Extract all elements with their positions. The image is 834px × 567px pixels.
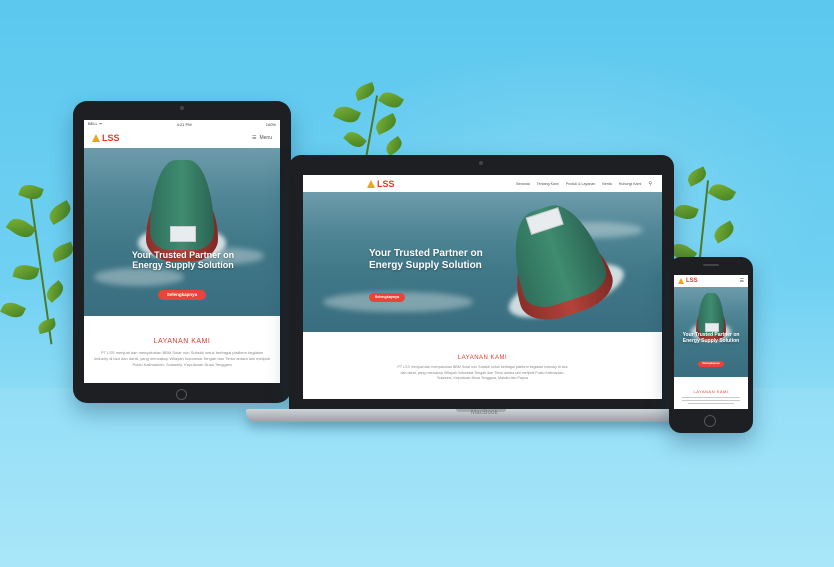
logo-flame-icon [367,179,375,188]
tablet-home-button[interactable] [176,389,187,400]
phone-navbar: LSS ☰ [674,275,748,287]
tablet-cta-button[interactable]: Selengkapnya [158,290,206,300]
tablet-section-text: PT LSS menjual dan menyalurkan BBM Solar… [94,350,270,368]
tablet-status-bar: BELL ᯤ 4:21 PM 100% [84,120,280,128]
phone-cta-button[interactable]: Selengkapnya [698,361,724,367]
laptop-brand-label: MacBook [471,410,499,416]
tablet-section-title: LAYANAN KAMI [153,338,211,345]
nav-link-berita[interactable]: Berita [602,182,611,186]
laptop-section-text: PT LSS menjual dan menyalurkan BBM Solar… [397,365,568,381]
hamburger-icon: ☰ [252,135,257,141]
laptop-navbar: LSS Beranda Tentang Kami Produk & Layana… [303,175,662,192]
logo-flame-icon [678,278,684,284]
logo-text: LSS [686,278,698,284]
status-carrier: BELL ᯤ [88,121,103,126]
menu-label: Menu [259,135,272,141]
tablet-menu-button[interactable]: ☰ Menu [252,135,272,141]
laptop-section-title: LAYANAN KAMI [457,355,508,361]
tablet-hero-title: Your Trusted Partner on Energy Supply So… [131,250,235,271]
laptop-nav-links: Beranda Tentang Kami Produk & Layanan Be… [516,181,652,187]
phone-hero-title: Your Trusted Partner on Energy Supply So… [682,332,740,344]
nav-link-hubungi-kami[interactable]: Hubungi Kami [619,182,642,186]
tablet-device: BELL ᯤ 4:21 PM 100% LSS ☰ Menu Your Trus… [73,101,291,403]
phone-hero: Your Trusted Partner on Energy Supply So… [674,287,748,377]
laptop-cta-button[interactable]: Selengkapnya [369,293,405,302]
laptop-lid: LSS Beranda Tentang Kami Produk & Layana… [289,155,674,409]
tablet-camera [180,106,184,110]
laptop-camera [479,161,483,165]
plant-center [325,81,415,165]
phone-section-text-lines [682,397,740,404]
status-time: 4:21 PM [176,121,192,127]
logo-text: LSS [102,133,120,143]
nav-link-tentang-kami[interactable]: Tentang Kami [537,182,559,186]
laptop-logo[interactable]: LSS [367,179,395,189]
status-battery: 100% [265,121,276,127]
laptop-hero: Your Trusted Partner on Energy Supply So… [303,192,662,332]
nav-link-produk-layanan[interactable]: Produk & Layanan [566,182,596,186]
search-icon[interactable]: ⚲ [648,181,652,187]
phone-speaker [703,264,719,266]
nav-link-beranda[interactable]: Beranda [516,182,530,186]
hamburger-icon[interactable]: ☰ [740,278,744,284]
logo-text: LSS [377,178,395,189]
phone-device: LSS ☰ Your Trusted Partner on Energy Sup… [669,257,753,433]
phone-section-title: LAYANAN KAMI [693,389,729,394]
laptop-hero-title: Your Trusted Partner on Energy Supply So… [369,248,483,271]
laptop-screen: LSS Beranda Tentang Kami Produk & Layana… [303,175,662,399]
tablet-hero: Your Trusted Partner on Energy Supply So… [84,148,280,316]
tablet-logo[interactable]: LSS [92,133,120,143]
tablet-screen: BELL ᯤ 4:21 PM 100% LSS ☰ Menu Your Trus… [84,120,280,383]
phone-screen: LSS ☰ Your Trusted Partner on Energy Sup… [674,275,748,409]
logo-flame-icon [92,134,100,142]
phone-home-button[interactable] [704,415,716,427]
tanker-ship-image [487,192,630,332]
phone-logo[interactable]: LSS [678,278,698,284]
tablet-navbar: LSS ☰ Menu [84,128,280,148]
